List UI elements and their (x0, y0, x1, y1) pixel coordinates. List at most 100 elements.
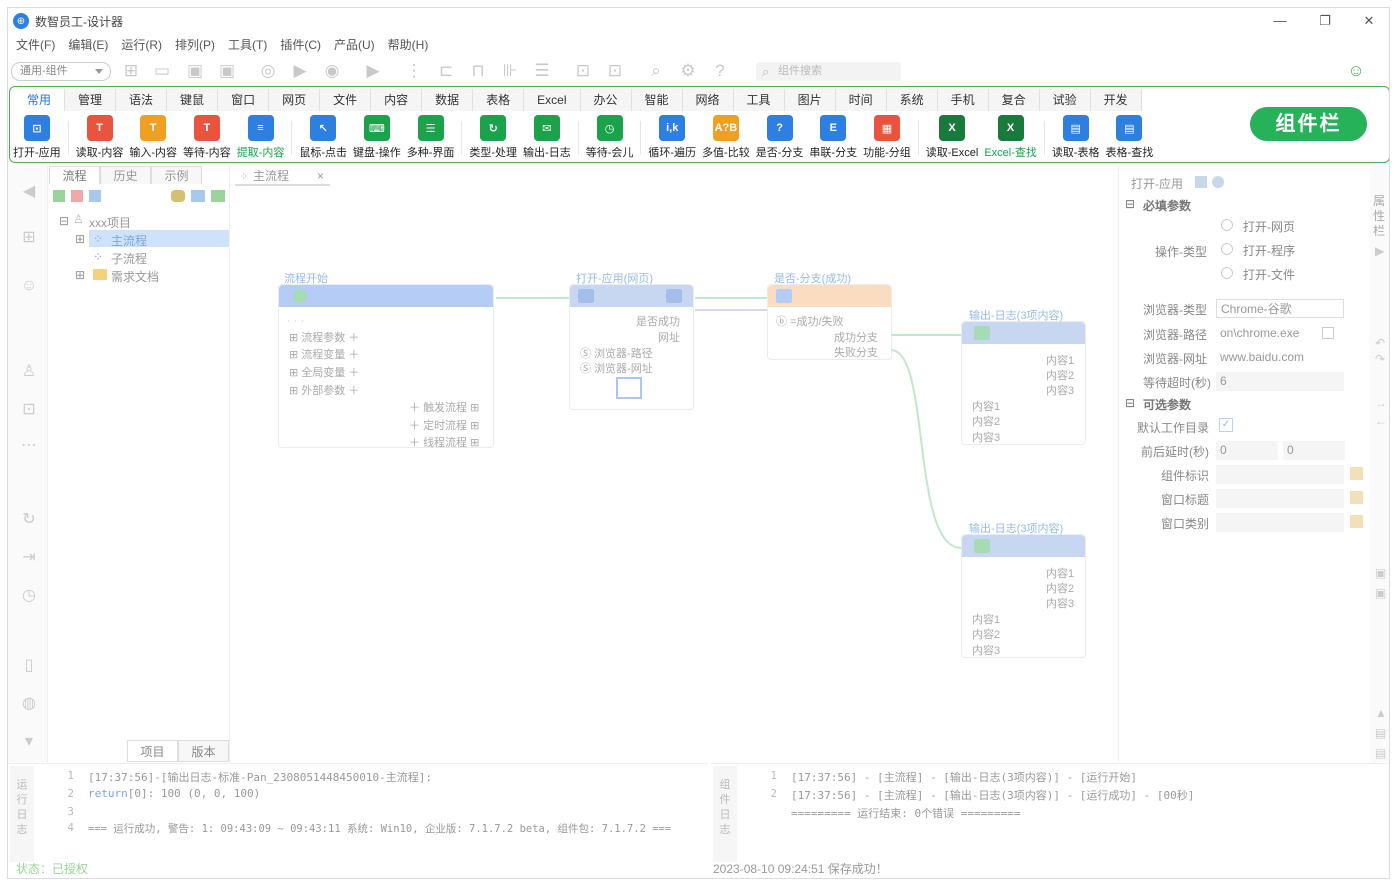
menu-help[interactable]: 帮助(H) (388, 36, 429, 54)
more-down-icon[interactable]: ▾ (19, 732, 39, 752)
help-icon[interactable]: ? (709, 60, 731, 82)
tab-project[interactable]: 项目 (127, 740, 178, 762)
tab-history[interactable]: 历史 (100, 166, 151, 184)
node-output-log-1[interactable]: 内容1 内容2 内容3 内容1 内容2 内容3 (961, 321, 1086, 445)
component-item-18[interactable]: ▤ 读取-表格 (1052, 115, 1100, 161)
tree-collapse-icon[interactable]: ⊟ (59, 214, 69, 228)
user-avatar-icon[interactable]: ☺ (1345, 60, 1367, 82)
tab-examples[interactable]: 示例 (151, 166, 202, 184)
tab-component-2[interactable]: 语法 (116, 89, 168, 111)
apps-icon[interactable]: ⊞ (19, 228, 39, 248)
minimize-button[interactable]: — (1265, 11, 1295, 31)
menu-plugins[interactable]: 插件(C) (280, 36, 321, 54)
component-item-19[interactable]: ▤ 表格-查找 (1106, 115, 1153, 161)
tab-component-5[interactable]: 网页 (269, 89, 321, 111)
doc-icon[interactable]: ▤ (1375, 726, 1386, 740)
scan-icon[interactable]: ⋯ (19, 436, 39, 456)
edit-note-icon[interactable] (1350, 515, 1363, 528)
tab-component-14[interactable]: 工具 (733, 89, 785, 111)
add-icon[interactable] (53, 190, 65, 202)
component-item-14[interactable]: E 串联-分支 (809, 115, 857, 161)
node-start[interactable]: · · · ⊞ 流程参数 ＋ ⊞ 流程变量 ＋ ⊞ 全局变量 ＋ ⊞ 外部参数 … (278, 284, 494, 449)
redo-icon[interactable]: ↷ (1375, 352, 1385, 366)
undo-icon[interactable]: ↶ (1375, 336, 1385, 350)
node-output-log-2[interactable]: 内容1 内容2 内容3 内容1 内容2 内容3 (961, 534, 1086, 658)
close-button[interactable]: ✕ (1354, 11, 1384, 31)
tab-component-1[interactable]: 管理 (65, 89, 117, 111)
component-item-16[interactable]: X 读取-Excel (926, 115, 978, 161)
python-icon[interactable] (171, 190, 185, 202)
optional-collapse-icon[interactable]: ⊟ (1125, 396, 1135, 410)
menu-arrange[interactable]: 排列(P) (175, 36, 215, 54)
next-icon[interactable]: → (1375, 396, 1387, 410)
device-icon[interactable]: ▯ (19, 656, 39, 676)
tab-component-20[interactable]: 试验 (1039, 89, 1091, 111)
component-item-4[interactable]: ≡ 提取-内容 (237, 115, 284, 161)
component-item-15[interactable]: ▦ 功能-分组 (863, 115, 911, 161)
tab-component-10[interactable]: Excel (524, 89, 581, 111)
props-doc-icon[interactable] (1195, 176, 1207, 188)
ocr-icon[interactable]: ⊡ (19, 400, 39, 420)
tree-expand-icon[interactable]: ⊞ (75, 268, 85, 282)
node-if-branch[interactable]: ⓑ =成功/失败 成功分支 失败分支 (767, 284, 892, 360)
distribute-icon[interactable]: ⊪ (499, 60, 521, 82)
align-top-icon[interactable]: ⊓ (467, 60, 489, 82)
browser-path-field[interactable]: on\chrome.exe (1216, 324, 1316, 343)
tab-component-16[interactable]: 时间 (835, 89, 887, 111)
component-category-select[interactable]: 通用-组件 (11, 62, 111, 81)
menu-tools[interactable]: 工具(T) (228, 36, 267, 54)
workdir-checkbox[interactable]: ✓ (1219, 418, 1233, 432)
tab-component-6[interactable]: 文件 (320, 89, 372, 111)
history-icon[interactable]: ◷ (19, 586, 39, 606)
menu-file[interactable]: 文件(F) (16, 36, 55, 54)
refresh-icon[interactable]: ↻ (19, 510, 39, 530)
tab-component-21[interactable]: 开发 (1090, 89, 1142, 111)
import-icon[interactable]: ⇥ (19, 548, 39, 568)
edit-note-icon[interactable] (1350, 467, 1363, 480)
win-class-field[interactable] (1216, 513, 1344, 532)
node-open-app[interactable]: 是否成功 网址 Ⓢ 浏览器-路径 Ⓢ 浏览器-网址 (569, 284, 694, 410)
tree-item-main-flow[interactable]: 主流程 (111, 232, 147, 249)
component-item-8[interactable]: ↻ 类型-处理 (469, 115, 517, 161)
run-icon[interactable]: ▶ (289, 60, 311, 82)
tab-component-3[interactable]: 键鼠 (167, 89, 219, 111)
tab-component-19[interactable]: 复合 (988, 89, 1040, 111)
radio-open-web[interactable] (1221, 219, 1233, 231)
menu-edit[interactable]: 编辑(E) (68, 36, 108, 54)
tab-component-12[interactable]: 智能 (631, 89, 683, 111)
browse-path-icon[interactable] (1322, 327, 1334, 339)
flow-canvas[interactable]: 主流程 × ⁘ 流程开始 · · · ⊞ 流程参数 ＋ ⊞ 流程变量 ＋ ⊞ 全… (231, 166, 1116, 762)
component-item-5[interactable]: ↖ 鼠标-点击 (299, 115, 347, 161)
edit-note-icon[interactable] (1350, 491, 1363, 504)
tab-component-11[interactable]: 办公 (580, 89, 632, 111)
props-expand-icon[interactable]: ▶ (1375, 244, 1384, 258)
component-item-1[interactable]: T 读取-内容 (76, 115, 123, 161)
timeout-field[interactable]: 6 (1216, 372, 1344, 391)
browser-url-field[interactable]: www.baidu.com (1216, 348, 1344, 367)
component-item-0[interactable]: ⊡ 打开-应用 (13, 115, 61, 161)
export-icon[interactable]: ▣ (1375, 586, 1386, 600)
stop-icon[interactable]: ◉ (321, 60, 343, 82)
search-icon[interactable]: ⌕ (645, 60, 667, 82)
maximize-button[interactable]: ❐ (1310, 11, 1340, 31)
window-icon[interactable]: ▣ (1375, 566, 1386, 580)
tab-component-17[interactable]: 系统 (886, 89, 938, 111)
comp-id-field[interactable] (1216, 465, 1344, 484)
component-item-7[interactable]: ☰ 多种-界面 (407, 115, 454, 161)
tab-component-9[interactable]: 表格 (473, 89, 525, 111)
delete-icon[interactable] (71, 190, 83, 202)
tab-component-18[interactable]: 手机 (937, 89, 989, 111)
component-item-17[interactable]: X Excel-查找 (984, 115, 1037, 161)
delay-after-field[interactable]: 0 (1283, 441, 1345, 460)
settings-gear-icon[interactable]: ⚙ (677, 60, 699, 82)
robot-icon[interactable]: ♙ (19, 362, 39, 382)
edit-icon[interactable] (191, 190, 205, 202)
grid-icon[interactable]: ⋮ (403, 60, 425, 82)
collapse-icon[interactable]: ◀ (19, 182, 39, 202)
prev-icon[interactable]: ← (1375, 414, 1387, 428)
tab-component-7[interactable]: 内容 (371, 89, 423, 111)
props-help-icon[interactable] (1212, 176, 1224, 188)
record-icon[interactable]: ▶ (362, 60, 384, 82)
component-item-6[interactable]: ⌨ 键盘-操作 (353, 115, 401, 161)
new-file-icon[interactable]: ⊞ (120, 60, 142, 82)
